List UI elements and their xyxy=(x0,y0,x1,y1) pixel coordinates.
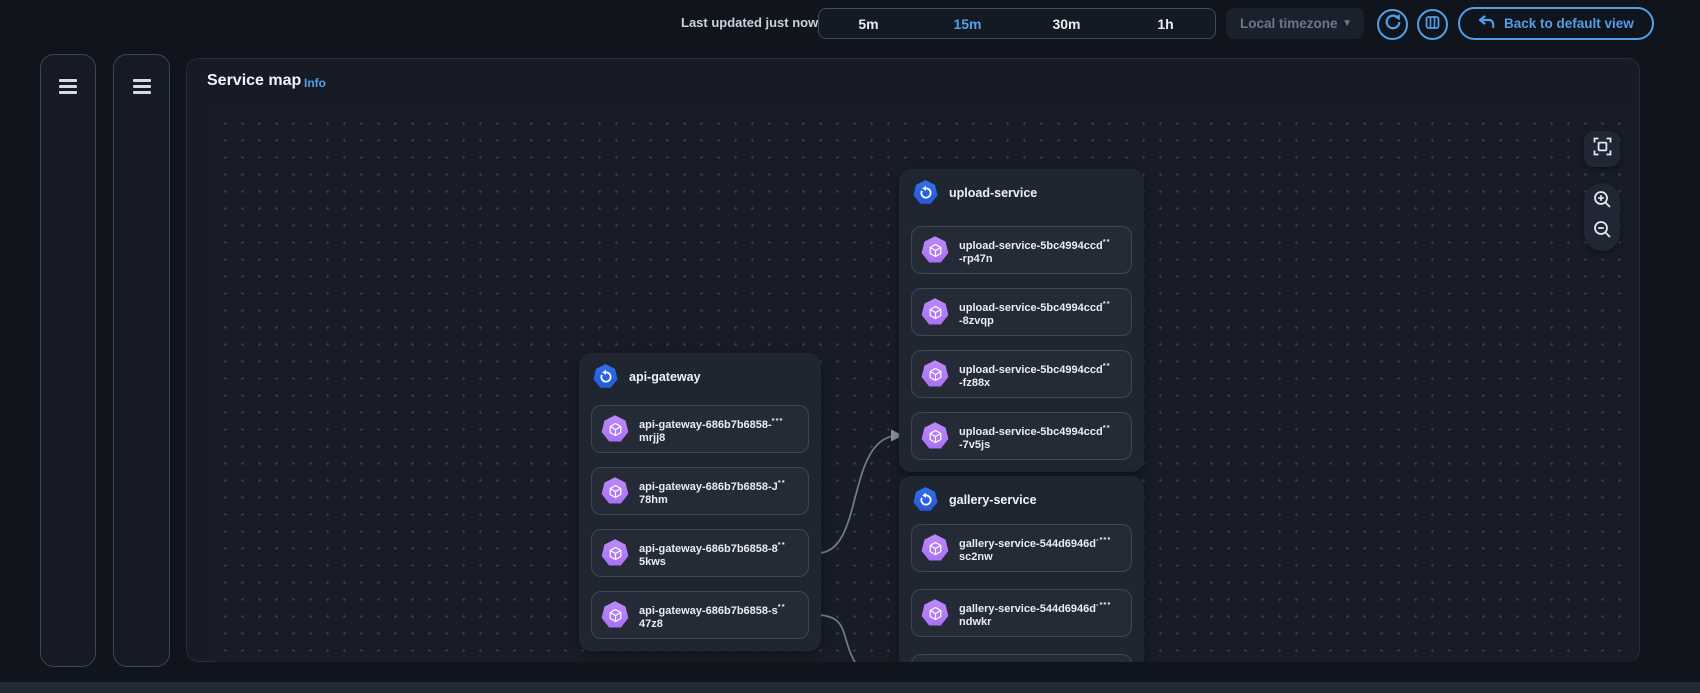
k8s-pod-icon xyxy=(920,533,950,563)
pod-name: api-gateway-686b7b6858-***mrjj8 xyxy=(639,414,783,445)
time-range-30m[interactable]: 30m xyxy=(1017,9,1116,38)
service-group-name: api-gateway xyxy=(629,370,701,384)
service-node-upload-service[interactable]: upload-service xyxy=(912,179,1037,206)
collapsed-sidebar-1 xyxy=(40,54,96,667)
pod-node[interactable]: upload-service-5bc4994ccd**-8zvqp xyxy=(911,288,1132,336)
pod-name: upload-service-5bc4994ccd**-7v5js xyxy=(959,421,1111,452)
refresh-icon xyxy=(1384,13,1402,36)
time-range-1h[interactable]: 1h xyxy=(1116,9,1215,38)
pod-node[interactable]: api-gateway-686b7b6858-J**78hm xyxy=(591,467,809,515)
k8s-pod-icon xyxy=(920,297,950,327)
k8s-deployment-icon xyxy=(592,363,619,390)
last-updated-text: Last updated just now xyxy=(681,15,818,30)
pod-node[interactable]: gallery-service-544d6946d-***sc2nw xyxy=(911,524,1132,572)
bottom-strip xyxy=(0,682,1700,693)
timezone-select-value: Local timezone xyxy=(1240,16,1338,31)
pod-name: api-gateway-686b7b6858-8**5kws xyxy=(639,538,786,569)
service-group-name: upload-service xyxy=(949,186,1037,200)
k8s-pod-icon xyxy=(600,600,630,630)
k8s-pod-icon xyxy=(600,414,630,444)
hamburger-menu-icon[interactable] xyxy=(133,79,151,97)
fit-to-screen-button[interactable] xyxy=(1584,131,1620,167)
k8s-pod-icon xyxy=(920,359,950,389)
service-group-upload-service: upload-service upload-service-5bc4994ccd… xyxy=(899,169,1144,472)
refresh-button[interactable] xyxy=(1377,9,1408,40)
k8s-deployment-icon xyxy=(912,179,939,206)
pod-node[interactable]: upload-service-5bc4994ccd**-rp47n xyxy=(911,226,1132,274)
pod-node[interactable]: api-gateway-686b7b6858-8**5kws xyxy=(591,529,809,577)
service-group-api-gateway: api-gateway api-gateway-686b7b6858-***mr… xyxy=(579,353,821,651)
k8s-pod-icon xyxy=(920,235,950,265)
pod-node[interactable]: api-gateway-686b7b6858-s**47z8 xyxy=(591,591,809,639)
pod-name: gallery-service-544d6946d-***ndwkr xyxy=(959,598,1111,629)
service-node-gallery-service[interactable]: gallery-service xyxy=(912,486,1037,513)
map-view-button[interactable] xyxy=(1417,9,1448,40)
k8s-pod-icon xyxy=(600,538,630,568)
pod-name: gallery-service-544d6946d-***sc2nw xyxy=(959,533,1111,564)
pod-node[interactable]: gallery-service-544d6946d-*** xyxy=(911,654,1132,662)
pod-node[interactable]: gallery-service-544d6946d-***ndwkr xyxy=(911,589,1132,637)
service-group-gallery-service: gallery-service gallery-service-544d6946… xyxy=(899,476,1144,662)
zoom-out-button[interactable] xyxy=(1591,221,1613,243)
pod-node[interactable]: upload-service-5bc4994ccd**-fz88x xyxy=(911,350,1132,398)
k8s-pod-icon xyxy=(920,598,950,628)
info-link[interactable]: Info xyxy=(304,76,326,90)
chevron-down-icon: ▼ xyxy=(1342,18,1352,29)
pod-name: api-gateway-686b7b6858-J**78hm xyxy=(639,476,786,507)
zoom-controls xyxy=(1584,183,1620,251)
time-range-15m[interactable]: 15m xyxy=(918,9,1017,38)
zoom-out-icon xyxy=(1593,220,1612,244)
pod-name: api-gateway-686b7b6858-s**47z8 xyxy=(639,600,786,631)
pod-name: upload-service-5bc4994ccd**-fz88x xyxy=(959,359,1111,390)
map-icon xyxy=(1425,15,1440,35)
service-map-panel: Service map Info api-gateway api-gateway… xyxy=(186,58,1640,662)
k8s-pod-icon xyxy=(920,421,950,451)
pod-node[interactable]: api-gateway-686b7b6858-***mrjj8 xyxy=(591,405,809,453)
page-title: Service map xyxy=(207,72,301,90)
k8s-deployment-icon xyxy=(912,486,939,513)
pod-name: upload-service-5bc4994ccd**-rp47n xyxy=(959,235,1111,266)
back-to-default-view-label: Back to default view xyxy=(1504,16,1634,31)
back-to-default-view-button[interactable]: Back to default view xyxy=(1458,7,1654,40)
hamburger-menu-icon[interactable] xyxy=(59,79,77,97)
pod-node[interactable]: upload-service-5bc4994ccd**-7v5js xyxy=(911,412,1132,460)
zoom-in-button[interactable] xyxy=(1591,191,1613,213)
time-range-segmented-control: 5m 15m 30m 1h xyxy=(818,8,1216,39)
fit-to-screen-icon xyxy=(1593,137,1612,161)
service-group-name: gallery-service xyxy=(949,493,1037,507)
k8s-pod-icon xyxy=(600,476,630,506)
service-node-api-gateway[interactable]: api-gateway xyxy=(592,363,701,390)
zoom-in-icon xyxy=(1593,190,1612,214)
collapsed-sidebar-2 xyxy=(113,54,170,667)
undo-arrow-icon xyxy=(1478,15,1495,32)
service-map-canvas[interactable]: api-gateway api-gateway-686b7b6858-***mr… xyxy=(213,109,1635,662)
time-range-5m[interactable]: 5m xyxy=(819,9,918,38)
timezone-select[interactable]: Local timezone ▼ xyxy=(1226,8,1364,39)
pod-name: upload-service-5bc4994ccd**-8zvqp xyxy=(959,297,1111,328)
